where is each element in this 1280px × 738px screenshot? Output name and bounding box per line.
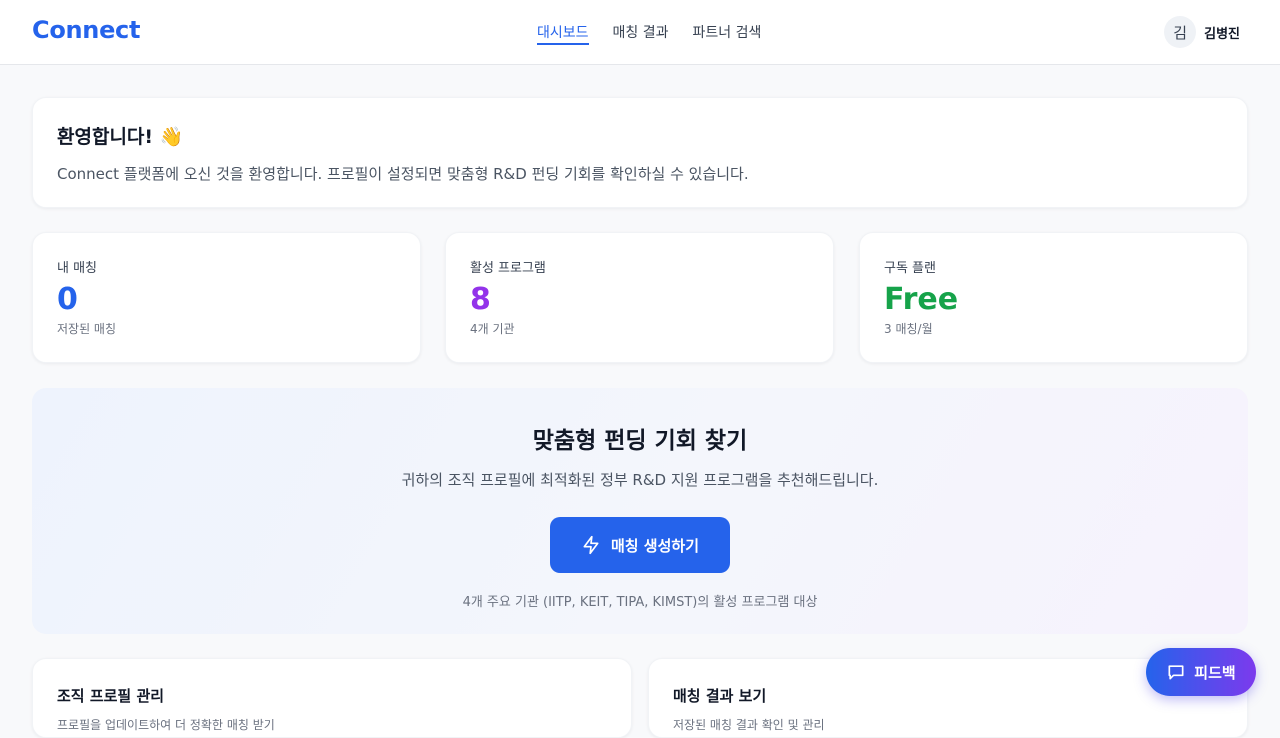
cta-title: 맞춤형 펀딩 기회 찾기 bbox=[532, 428, 748, 454]
card-title: 조직 프로필 관리 bbox=[57, 687, 165, 705]
stat-card-active-programs: 활성 프로그램 8 4개 기관 bbox=[445, 232, 834, 363]
lightning-icon bbox=[583, 535, 599, 555]
chat-icon bbox=[1168, 665, 1184, 680]
stat-value: 8 bbox=[470, 282, 491, 317]
stat-label: 구독 플랜 bbox=[884, 261, 936, 276]
nav-item-dashboard[interactable]: 대시보드 bbox=[537, 0, 589, 64]
stat-value: 0 bbox=[57, 282, 78, 317]
welcome-card: 환영합니다! 👋 Connect 플랫폼에 오신 것을 환영합니다. 프로필이 … bbox=[32, 97, 1248, 208]
stat-value: Free bbox=[884, 282, 959, 317]
feedback-label: 피드백 bbox=[1194, 663, 1236, 682]
create-matching-button-label: 매칭 생성하기 bbox=[610, 536, 700, 555]
funding-cta-panel: 맞춤형 펀딩 기회 찾기 귀하의 조직 프로필에 최적화된 정부 R&D 지원 … bbox=[32, 388, 1248, 634]
stat-label: 내 매칭 bbox=[57, 261, 98, 276]
user-menu[interactable]: 김 김병진 bbox=[1164, 16, 1240, 48]
stat-label: 활성 프로그램 bbox=[470, 261, 546, 276]
org-profile-card[interactable]: 조직 프로필 관리 프로필을 업데이트하여 더 정확한 매칭 받기 bbox=[32, 658, 632, 738]
feedback-button[interactable]: 피드백 bbox=[1146, 648, 1256, 696]
stat-sub: 3 매칭/월 bbox=[884, 322, 933, 336]
top-navigation-bar: Connect 대시보드 매칭 결과 파트너 검색 김 김병진 bbox=[0, 0, 1280, 65]
main-nav: 대시보드 매칭 결과 파트너 검색 bbox=[537, 0, 761, 64]
card-subtitle: 프로필을 업데이트하여 더 정확한 매칭 받기 bbox=[57, 718, 275, 732]
nav-item-matching-results[interactable]: 매칭 결과 bbox=[613, 0, 669, 64]
cta-note: 4개 주요 기관 (IITP, KEIT, TIPA, KIMST)의 활성 프… bbox=[462, 595, 818, 610]
app-logo[interactable]: Connect bbox=[32, 16, 140, 44]
card-subtitle: 저장된 매칭 결과 확인 및 관리 bbox=[673, 718, 825, 732]
stat-card-subscription-plan: 구독 플랜 Free 3 매칭/월 bbox=[859, 232, 1248, 363]
welcome-text: Connect 플랫폼에 오신 것을 환영합니다. 프로필이 설정되면 맞춤형 … bbox=[57, 165, 749, 183]
stat-sub: 저장된 매칭 bbox=[57, 322, 117, 336]
card-title: 매칭 결과 보기 bbox=[673, 687, 767, 705]
user-name[interactable]: 김병진 bbox=[1204, 23, 1240, 42]
create-matching-button[interactable]: 매칭 생성하기 bbox=[550, 517, 730, 573]
nav-item-partner-search[interactable]: 파트너 검색 bbox=[693, 0, 762, 64]
stat-card-my-matches: 내 매칭 0 저장된 매칭 bbox=[32, 232, 421, 363]
avatar[interactable]: 김 bbox=[1164, 16, 1197, 48]
cta-text: 귀하의 조직 프로필에 최적화된 정부 R&D 지원 프로그램을 추천해드립니다… bbox=[401, 471, 879, 489]
stat-sub: 4개 기관 bbox=[470, 322, 515, 336]
welcome-title: 환영합니다! 👋 bbox=[57, 126, 184, 148]
